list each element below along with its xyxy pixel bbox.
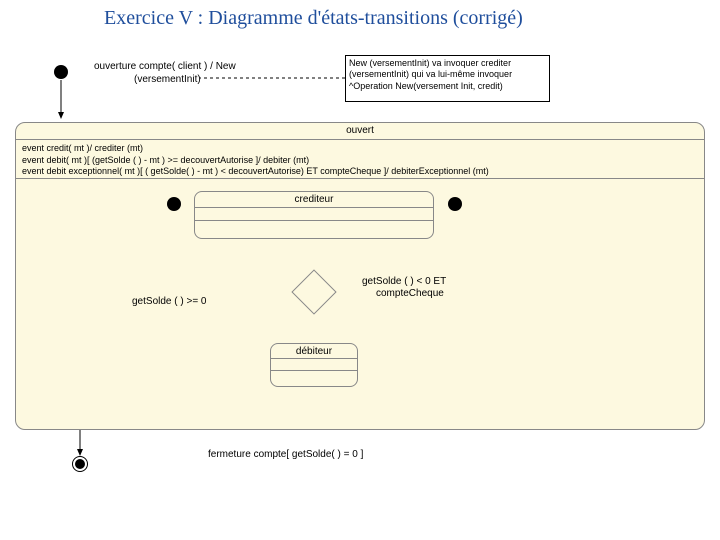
state-crediteur: crediteur: [194, 191, 434, 239]
state-ouvert: ouvert event credit( mt )/ crediter (mt)…: [15, 122, 705, 430]
initial-state-icon: [54, 65, 68, 79]
divider: [16, 139, 704, 140]
state-ouvert-title: ouvert: [346, 125, 374, 136]
guard-right-line1: getSolde ( ) < 0 ET: [362, 276, 446, 287]
note-box: New (versementInit) va invoquer crediter…: [345, 55, 550, 102]
state-debiteur: débiteur: [270, 343, 358, 387]
divider: [271, 358, 357, 359]
note-line3: ^Operation New(versement Init, credit): [349, 81, 546, 92]
state-ouvert-events: event credit( mt )/ crediter (mt) event …: [22, 143, 489, 178]
note-line1: New (versementInit) va invoquer crediter: [349, 58, 546, 69]
event-debit-exceptionnel: event debit exceptionnel( mt )[ ( getSol…: [22, 166, 489, 176]
state-crediteur-title: crediteur: [295, 194, 334, 205]
divider: [195, 207, 433, 208]
top-transition-line2: (versementInit): [134, 74, 201, 85]
divider: [195, 220, 433, 221]
note-line2: (versementInit) qui va lui-même invoquer: [349, 69, 546, 80]
final-state-icon: [72, 456, 88, 472]
guard-right-line2: compteCheque: [376, 288, 444, 299]
state-debiteur-title: débiteur: [296, 346, 332, 357]
guard-right: getSolde ( ) < 0 ET compteCheque: [362, 276, 446, 300]
divider: [271, 370, 357, 371]
event-debit: event debit( mt )[ (getSolde ( ) - mt ) …: [22, 155, 309, 165]
top-transition-line1: ouverture compte( client ) / New: [94, 61, 236, 72]
inner-initial-right-icon: [448, 197, 462, 211]
event-credit: event credit( mt )/ crediter (mt): [22, 143, 143, 153]
top-transition-label: ouverture compte( client ) / New (versem…: [94, 60, 236, 86]
inner-initial-left-icon: [167, 197, 181, 211]
page-title: Exercice V : Diagramme d'états-transitio…: [104, 7, 523, 30]
divider: [16, 178, 704, 179]
close-transition-label: fermeture compte[ getSolde( ) = 0 ]: [208, 449, 363, 460]
guard-left: getSolde ( ) >= 0: [132, 296, 207, 307]
